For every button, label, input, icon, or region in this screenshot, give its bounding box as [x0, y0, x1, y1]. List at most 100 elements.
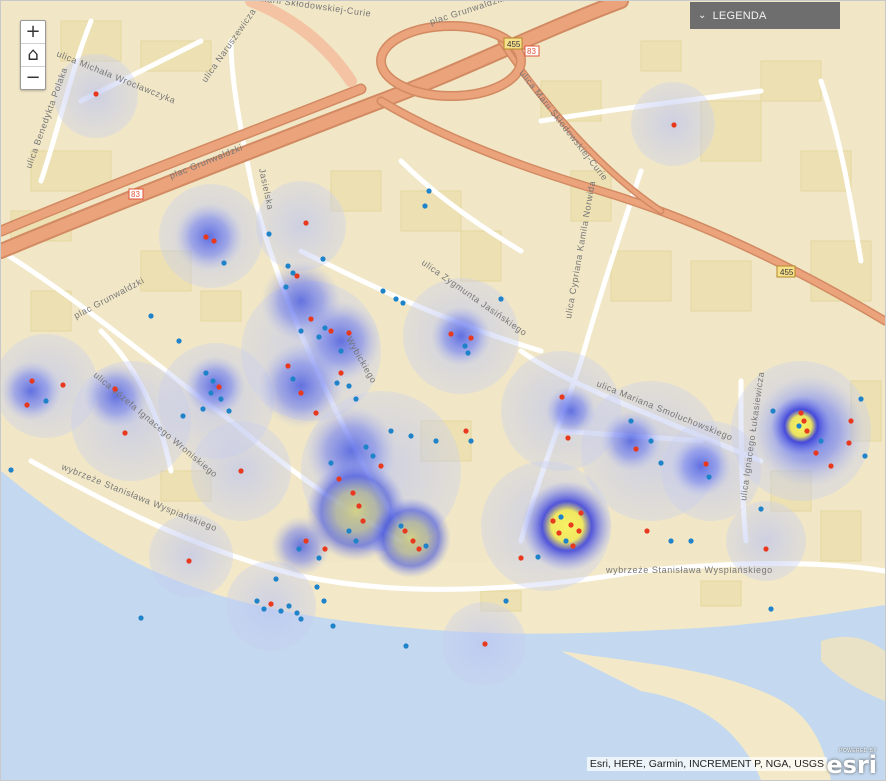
- incident-point[interactable]: [338, 370, 344, 376]
- incident-point[interactable]: [218, 396, 224, 402]
- incident-point[interactable]: [688, 538, 694, 544]
- incident-point[interactable]: [380, 288, 386, 294]
- incident-point[interactable]: [328, 460, 334, 466]
- incident-point[interactable]: [356, 503, 362, 509]
- incident-point[interactable]: [303, 220, 309, 226]
- incident-point[interactable]: [8, 467, 14, 473]
- incident-point[interactable]: [211, 238, 217, 244]
- incident-point[interactable]: [321, 598, 327, 604]
- incident-point[interactable]: [346, 383, 352, 389]
- incident-point[interactable]: [644, 528, 650, 534]
- incident-point[interactable]: [238, 468, 244, 474]
- incident-point[interactable]: [408, 433, 414, 439]
- incident-point[interactable]: [29, 378, 35, 384]
- incident-point[interactable]: [203, 370, 209, 376]
- incident-point[interactable]: [818, 438, 824, 444]
- incident-point[interactable]: [813, 450, 819, 456]
- incident-point[interactable]: [498, 296, 504, 302]
- incident-point[interactable]: [423, 543, 429, 549]
- incident-point[interactable]: [138, 615, 144, 621]
- incident-point[interactable]: [308, 316, 314, 322]
- incident-point[interactable]: [313, 410, 319, 416]
- incident-point[interactable]: [559, 394, 565, 400]
- incident-point[interactable]: [200, 406, 206, 412]
- incident-point[interactable]: [210, 378, 216, 384]
- incident-point[interactable]: [336, 476, 342, 482]
- incident-point[interactable]: [221, 260, 227, 266]
- incident-point[interactable]: [468, 335, 474, 341]
- incident-point[interactable]: [322, 325, 328, 331]
- incident-point[interactable]: [314, 584, 320, 590]
- incident-point[interactable]: [706, 474, 712, 480]
- incident-point[interactable]: [858, 396, 864, 402]
- incident-point[interactable]: [268, 601, 274, 607]
- incident-point[interactable]: [482, 641, 488, 647]
- incident-point[interactable]: [400, 300, 406, 306]
- incident-point[interactable]: [448, 331, 454, 337]
- incident-point[interactable]: [303, 538, 309, 544]
- incident-point[interactable]: [503, 598, 509, 604]
- incident-point[interactable]: [628, 418, 634, 424]
- incident-point[interactable]: [804, 428, 810, 434]
- incident-point[interactable]: [648, 438, 654, 444]
- incident-point[interactable]: [203, 234, 209, 240]
- incident-point[interactable]: [426, 188, 432, 194]
- incident-point[interactable]: [43, 398, 49, 404]
- incident-point[interactable]: [556, 530, 562, 536]
- incident-point[interactable]: [316, 555, 322, 561]
- incident-point[interactable]: [468, 438, 474, 444]
- incident-point[interactable]: [801, 418, 807, 424]
- zoom-in-button[interactable]: +: [21, 21, 45, 44]
- incident-point[interactable]: [550, 518, 556, 524]
- legend-toggle[interactable]: ⌄ LEGENDA: [690, 2, 840, 29]
- incident-point[interactable]: [266, 231, 272, 237]
- incident-point[interactable]: [283, 284, 289, 290]
- incident-point[interactable]: [658, 460, 664, 466]
- incident-point[interactable]: [148, 313, 154, 319]
- incident-point[interactable]: [346, 330, 352, 336]
- incident-point[interactable]: [294, 273, 300, 279]
- incident-point[interactable]: [565, 435, 571, 441]
- incident-point[interactable]: [93, 91, 99, 97]
- incident-point[interactable]: [633, 446, 639, 452]
- incident-point[interactable]: [180, 413, 186, 419]
- incident-point[interactable]: [24, 402, 30, 408]
- incident-point[interactable]: [298, 328, 304, 334]
- incident-point[interactable]: [398, 523, 404, 529]
- incident-point[interactable]: [798, 410, 804, 416]
- incident-point[interactable]: [758, 506, 764, 512]
- incident-point[interactable]: [570, 543, 576, 549]
- incident-point[interactable]: [278, 608, 284, 614]
- incident-point[interactable]: [518, 555, 524, 561]
- incident-point[interactable]: [285, 263, 291, 269]
- incident-point[interactable]: [796, 423, 802, 429]
- incident-point[interactable]: [122, 430, 128, 436]
- incident-point[interactable]: [294, 610, 300, 616]
- incident-point[interactable]: [261, 606, 267, 612]
- incident-point[interactable]: [578, 510, 584, 516]
- incident-point[interactable]: [378, 463, 384, 469]
- incident-point[interactable]: [316, 334, 322, 340]
- incident-point[interactable]: [668, 538, 674, 544]
- zoom-out-button[interactable]: −: [21, 67, 45, 89]
- incident-point[interactable]: [463, 428, 469, 434]
- incident-point[interactable]: [370, 453, 376, 459]
- incident-point[interactable]: [535, 554, 541, 560]
- incident-point[interactable]: [60, 382, 66, 388]
- incident-point[interactable]: [393, 296, 399, 302]
- incident-point[interactable]: [226, 408, 232, 414]
- incident-point[interactable]: [298, 390, 304, 396]
- incident-point[interactable]: [296, 546, 302, 552]
- incident-point[interactable]: [286, 603, 292, 609]
- incident-point[interactable]: [328, 328, 334, 334]
- incident-point[interactable]: [350, 490, 356, 496]
- map-view[interactable]: plac Grunwaldzki plac Grunwaldzki ulica …: [0, 0, 886, 781]
- incident-point[interactable]: [346, 528, 352, 534]
- home-button[interactable]: ⌂: [21, 44, 45, 67]
- incident-point[interactable]: [298, 616, 304, 622]
- incident-point[interactable]: [176, 338, 182, 344]
- incident-point[interactable]: [416, 546, 422, 552]
- incident-point[interactable]: [363, 444, 369, 450]
- incident-point[interactable]: [208, 390, 214, 396]
- incident-point[interactable]: [186, 558, 192, 564]
